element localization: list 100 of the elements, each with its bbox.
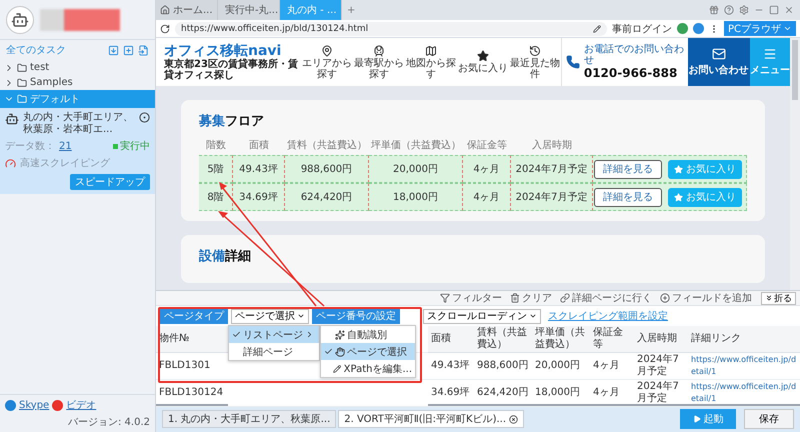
- folder-item[interactable]: Samples: [0, 75, 155, 90]
- page-type-label: ページタイプ: [160, 308, 228, 324]
- phone-number[interactable]: 0120-966-888: [584, 66, 684, 80]
- video-icon: [52, 400, 64, 410]
- column-header: 賃料（共益費込）: [286, 138, 368, 153]
- browser-tab[interactable]: 実行中-丸...: [218, 0, 280, 20]
- column-header: 保証金等: [466, 138, 508, 153]
- caret-icon: [529, 312, 537, 320]
- url-field[interactable]: https://www.officeiten.jp/bld/130124.html: [175, 22, 607, 36]
- mail-icon: [712, 47, 726, 61]
- settings-icon[interactable]: [739, 5, 749, 15]
- task-tab[interactable]: 1. 丸の内・大手町エリア、秋葉原...: [162, 410, 336, 428]
- table-cell: 624,420円: [285, 183, 369, 211]
- train-icon: [372, 44, 385, 56]
- profile-icon[interactable]: [692, 23, 704, 34]
- table-cell: 49.43坪: [233, 155, 285, 183]
- footer-link[interactable]: ビデオ: [66, 398, 96, 412]
- table-cell: 988,600円: [285, 155, 369, 183]
- phone-label: お電話でのお問い合わせ: [584, 44, 684, 66]
- toolbar-button[interactable]: フィールドを追加: [657, 291, 755, 305]
- table-cell: 2024年7月予定: [511, 155, 593, 183]
- maximize-icon[interactable]: [769, 5, 779, 15]
- nav-item[interactable]: エリアから探す: [300, 44, 353, 80]
- check-icon: [324, 347, 333, 356]
- table-cell: 4ヶ月: [590, 353, 634, 380]
- nav-item[interactable]: 最近見た物件: [508, 44, 561, 80]
- menu-item[interactable]: XPathを編集...: [321, 360, 415, 377]
- column-header: 保証金等: [590, 326, 634, 353]
- nav-item[interactable]: 最寄駅から探す: [352, 44, 405, 80]
- trash-icon: [510, 293, 520, 303]
- hand-icon: [335, 346, 345, 356]
- menu-item[interactable]: ページで選択: [321, 343, 415, 360]
- section-title: 募集フロア: [199, 113, 265, 130]
- range-link[interactable]: スクレイピング範囲を設定: [548, 309, 668, 323]
- plus-icon: [660, 293, 670, 303]
- column-header: 入居時期: [634, 326, 688, 353]
- new-tab-button[interactable]: +: [342, 4, 360, 16]
- page-type-select[interactable]: ページで選択: [231, 308, 309, 324]
- file-icon[interactable]: [138, 44, 149, 56]
- site-logo[interactable]: オフィス移転navi: [164, 43, 301, 59]
- nav-item[interactable]: お気に入り: [456, 50, 509, 74]
- column-header: 賃料（共益費込）: [474, 326, 532, 353]
- mode-label: 高速スクレイピング: [20, 156, 110, 170]
- column-header: 詳細リンク: [688, 326, 800, 353]
- menu-item[interactable]: リストページ: [229, 326, 319, 343]
- detail-button[interactable]: 詳細を見る: [594, 188, 662, 206]
- square-plus-icon[interactable]: [123, 44, 134, 56]
- paging-select[interactable]: スクロールローディン: [423, 308, 541, 324]
- chat-icon: [5, 400, 16, 410]
- robot-icon: [11, 10, 29, 28]
- task-tab[interactable]: 2. VORT平河町Ⅱ(旧:平河町Kビル)...: [338, 410, 524, 428]
- phone-icon: [566, 55, 580, 69]
- task-card[interactable]: 丸の内・大手町エリア、秋葉原・岩本町エ... データ数： 21 実行中 高速スクレイピング スピードアップ: [0, 108, 155, 194]
- paging-label: ページ番号の設定: [312, 308, 400, 324]
- table-cell: 988,600円: [474, 353, 532, 380]
- nav-item[interactable]: 地図から探す: [404, 44, 457, 80]
- gift-icon[interactable]: [709, 5, 719, 15]
- help-icon[interactable]: [724, 5, 734, 15]
- tagline: 東京都23区の賃貸事務所・賃貸オフィス探し: [164, 59, 299, 81]
- column-header: 入居時期: [531, 138, 573, 153]
- contact-button[interactable]: お問い合わせ: [688, 38, 750, 86]
- version-text: バージョン: 4.0.2: [68, 416, 150, 429]
- save-button[interactable]: 保存: [744, 409, 794, 429]
- table-cell: 4ヶ月: [463, 155, 511, 183]
- history-icon: [528, 44, 541, 56]
- data-count[interactable]: 21: [59, 140, 72, 152]
- toolbar-button[interactable]: クリア: [507, 291, 555, 305]
- footer-link[interactable]: Skype: [19, 400, 50, 410]
- filter-icon: [440, 293, 450, 303]
- menu-item[interactable]: 自動識別: [321, 326, 415, 343]
- star-icon: [476, 50, 489, 62]
- detail-button[interactable]: 詳細を見る: [594, 160, 662, 178]
- task-title: 丸の内・大手町エリア、秋葉原・岩本町エ...: [23, 112, 134, 136]
- section-title: 設備詳細: [199, 248, 252, 265]
- close-icon[interactable]: [509, 414, 518, 424]
- status-label: 実行中: [113, 139, 150, 153]
- column-header: 坪単価（共益費込）: [370, 138, 462, 153]
- toolbar-button[interactable]: フィルター: [437, 291, 505, 305]
- browser-tab[interactable]: ホーム...: [156, 0, 218, 20]
- menu-item[interactable]: 詳細ページ: [229, 343, 319, 360]
- column-header: 面積: [248, 138, 270, 153]
- toolbar-button[interactable]: 詳細ページに行く: [557, 291, 655, 305]
- login-link[interactable]: 事前ログイン: [612, 22, 672, 36]
- table-cell: 2024年7月予定: [634, 353, 688, 380]
- column-header: 面積: [428, 326, 474, 353]
- reload-icon[interactable]: [160, 24, 170, 34]
- extension-icon[interactable]: [676, 23, 688, 34]
- chevron-right-icon: [305, 330, 314, 339]
- play-icon: [692, 415, 700, 423]
- star-icon: [674, 192, 683, 202]
- folder-icon: [17, 78, 27, 88]
- robot-icon: [5, 112, 19, 126]
- map-icon: [424, 44, 437, 56]
- scrollbar-thumb[interactable]: [792, 40, 798, 100]
- gauge-icon: [5, 158, 16, 168]
- collapse-button[interactable]: 折る: [761, 292, 796, 304]
- stop-icon[interactable]: [139, 112, 150, 123]
- menu-icon: [762, 47, 777, 61]
- table-cell: 2024年7月予定: [511, 183, 593, 211]
- folder-item[interactable]: test: [0, 60, 155, 75]
